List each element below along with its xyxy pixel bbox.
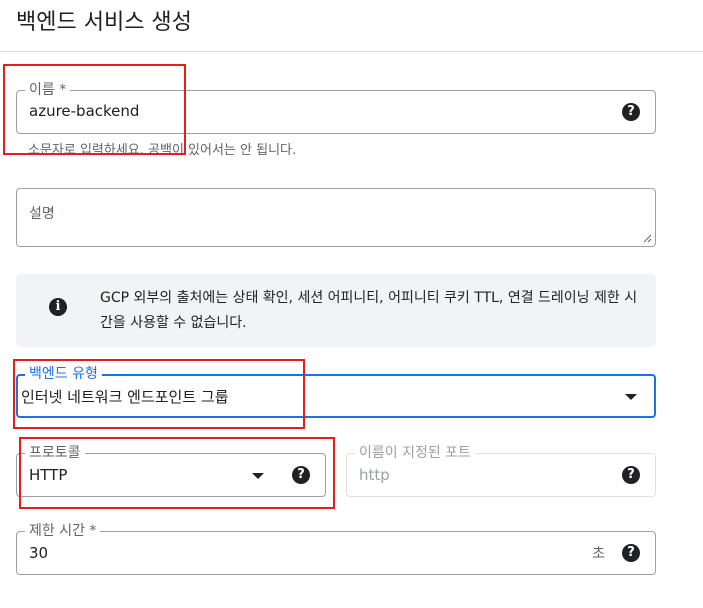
name-field-label: 이름 *: [25, 81, 71, 99]
title-divider: [0, 51, 703, 52]
protocol-label: 프로토콜: [25, 444, 85, 462]
named-port-placeholder: http: [359, 466, 390, 484]
timeout-value: 30: [29, 544, 49, 562]
timeout-field[interactable]: 제한 시간 * 30 초 ?: [16, 522, 656, 575]
protocol-value: HTTP: [29, 466, 68, 484]
help-icon[interactable]: ?: [622, 544, 640, 562]
description-field[interactable]: 설명: [16, 188, 656, 247]
name-field-value: azure-backend: [29, 102, 140, 120]
timeout-label: 제한 시간 *: [25, 522, 101, 540]
help-icon[interactable]: ?: [292, 466, 310, 484]
backend-type-select[interactable]: 백엔드 유형 인터넷 네트워크 엔드포인트 그룹: [16, 365, 656, 418]
backend-type-label: 백엔드 유형: [25, 365, 102, 383]
help-icon[interactable]: ?: [622, 103, 640, 121]
info-text: GCP 외부의 출처에는 상태 확인, 세션 어피니티, 어피니티 쿠키 TTL…: [100, 290, 638, 331]
protocol-select[interactable]: 프로토콜 HTTP ?: [16, 444, 326, 497]
timeout-unit: 초: [592, 546, 605, 562]
named-port-label: 이름이 지정된 포트: [355, 444, 475, 462]
resize-handle-icon[interactable]: [643, 234, 652, 243]
help-icon[interactable]: ?: [622, 466, 640, 484]
page-title: 백엔드 서비스 생성: [16, 10, 192, 35]
description-label: 설명: [29, 206, 55, 222]
chevron-down-icon: [252, 473, 264, 479]
name-field-hint: 소문자로 입력하세요. 공백이 있어서는 안 됩니다.: [28, 143, 297, 158]
info-banner: i GCP 외부의 출처에는 상태 확인, 세션 어피니티, 어피니티 쿠키 T…: [16, 274, 656, 347]
name-field[interactable]: 이름 * azure-backend ?: [16, 81, 656, 134]
chevron-down-icon: [625, 394, 637, 400]
backend-type-value: 인터넷 네트워크 엔드포인트 그룹: [21, 388, 229, 406]
info-icon: i: [49, 298, 67, 316]
named-port-field[interactable]: 이름이 지정된 포트 http ?: [346, 444, 656, 497]
